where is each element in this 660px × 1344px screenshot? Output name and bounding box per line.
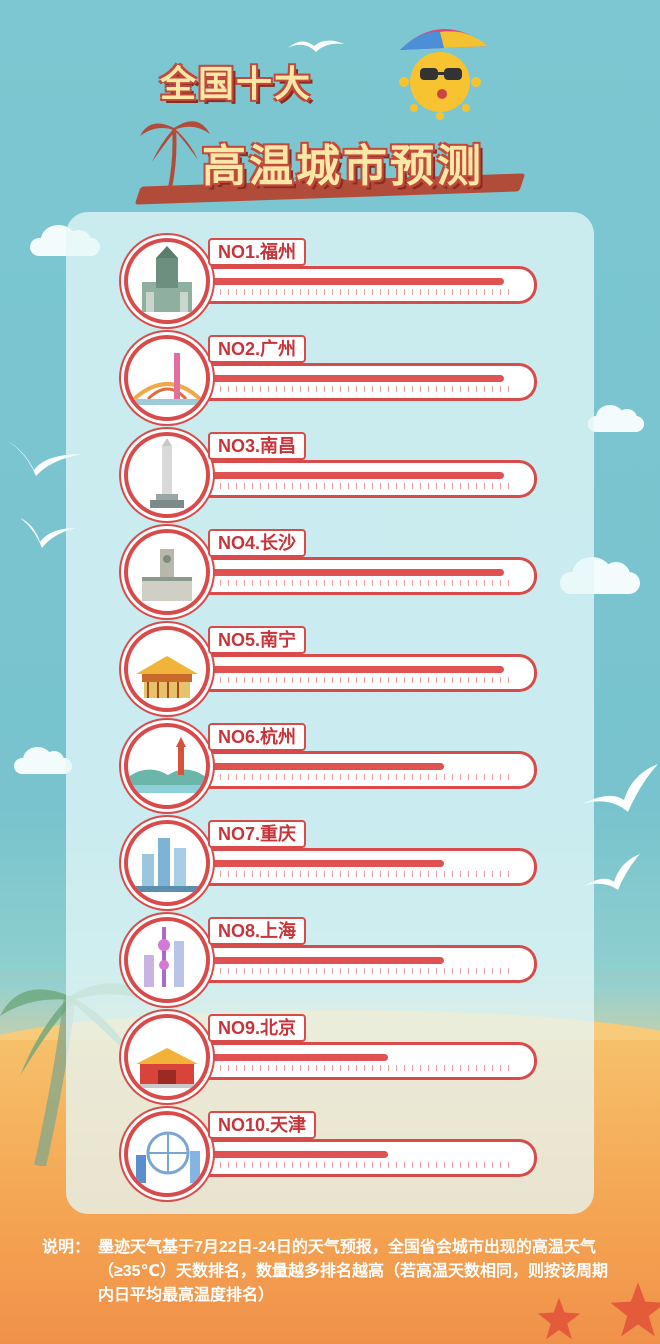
city-rank-label: NO2.广州 bbox=[208, 335, 307, 363]
footnote-key: 说明： bbox=[42, 1239, 91, 1256]
chongqing-landmark-icon bbox=[124, 820, 210, 906]
footnote: 说明： 墨迹天气基于7月22日-24日的天气预报，全国省会城市出现的高温天气（≥… bbox=[42, 1236, 622, 1308]
city-rank-label: NO6.杭州 bbox=[208, 723, 307, 751]
city-rank-label: NO7.重庆 bbox=[208, 820, 307, 848]
city-rank-label: NO9.北京 bbox=[208, 1014, 307, 1042]
thermometer-fill bbox=[200, 1151, 388, 1158]
sun-mascot-icon bbox=[399, 28, 488, 120]
ranking-row: NO2.广州 bbox=[124, 333, 544, 421]
city-rank-label: NO8.上海 bbox=[208, 917, 307, 945]
thermometer-bar bbox=[200, 266, 537, 304]
title-line-2: 高温城市预测 bbox=[202, 142, 484, 191]
thermometer-bar bbox=[200, 1042, 537, 1080]
ranking-row: NO4.长沙 bbox=[124, 527, 544, 615]
thermometer-fill bbox=[200, 278, 504, 285]
ranking-row: NO3.南昌 bbox=[124, 430, 544, 518]
ranking-row: NO9.北京 bbox=[124, 1012, 544, 1100]
city-rank-label: NO5.南宁 bbox=[208, 626, 307, 654]
changsha-landmark-icon bbox=[124, 529, 210, 615]
thermometer-bar bbox=[200, 945, 537, 983]
thermometer-fill bbox=[200, 860, 444, 867]
poster: 全国十大 高温城市预测 NO1.福州 NO2.广州 NO3.南昌 NO4.长沙 NO5.… bbox=[0, 0, 660, 1344]
title-line-1: 全国十大 bbox=[160, 63, 313, 104]
thermometer-ticks bbox=[204, 871, 516, 877]
footnote-text: 墨迹天气基于7月22日-24日的天气预报，全国省会城市出现的高温天气（≥35℃）… bbox=[98, 1239, 608, 1304]
thermometer-fill bbox=[200, 375, 504, 382]
thermometer-ticks bbox=[204, 774, 516, 780]
guangzhou-landmark-icon bbox=[124, 335, 210, 421]
thermometer-ticks bbox=[204, 386, 516, 392]
ranking-row: NO7.重庆 bbox=[124, 818, 544, 906]
beijing-landmark-icon bbox=[124, 1014, 210, 1100]
thermometer-bar bbox=[200, 363, 537, 401]
ranking-row: NO8.上海 bbox=[124, 915, 544, 1003]
thermometer-ticks bbox=[204, 1162, 516, 1168]
city-rank-label: NO1.福州 bbox=[208, 238, 307, 266]
city-rank-label: NO3.南昌 bbox=[208, 432, 307, 460]
thermometer-bar bbox=[200, 557, 537, 595]
thermometer-fill bbox=[200, 666, 504, 673]
thermometer-fill bbox=[200, 472, 504, 479]
thermometer-bar bbox=[200, 848, 537, 886]
thermometer-bar bbox=[200, 1139, 537, 1177]
city-rank-label: NO4.长沙 bbox=[208, 529, 307, 557]
ranking-row: NO1.福州 bbox=[124, 236, 544, 324]
thermometer-fill bbox=[200, 1054, 388, 1061]
thermometer-ticks bbox=[204, 483, 516, 489]
ranking-row: NO10.天津 bbox=[124, 1109, 544, 1197]
thermometer-ticks bbox=[204, 1065, 516, 1071]
thermometer-ticks bbox=[204, 289, 516, 295]
shanghai-landmark-icon bbox=[124, 917, 210, 1003]
city-rank-label: NO10.天津 bbox=[208, 1111, 317, 1139]
thermometer-ticks bbox=[204, 580, 516, 586]
fuzhou-landmark-icon bbox=[124, 238, 210, 324]
cloud-decoration bbox=[14, 746, 72, 774]
cloud-decoration bbox=[588, 404, 644, 432]
thermometer-bar bbox=[200, 460, 537, 498]
thermometer-ticks bbox=[204, 677, 516, 683]
thermometer-fill bbox=[200, 569, 504, 576]
hangzhou-landmark-icon bbox=[124, 723, 210, 809]
thermometer-fill bbox=[200, 957, 444, 964]
thermometer-bar bbox=[200, 751, 537, 789]
ranking-row: NO6.杭州 bbox=[124, 721, 544, 809]
tianjin-landmark-icon bbox=[124, 1111, 210, 1197]
thermometer-ticks bbox=[204, 968, 516, 974]
nanchang-landmark-icon bbox=[124, 432, 210, 518]
ranking-row: NO5.南宁 bbox=[124, 624, 544, 712]
nanning-landmark-icon bbox=[124, 626, 210, 712]
thermometer-fill bbox=[200, 763, 444, 770]
thermometer-bar bbox=[200, 654, 537, 692]
